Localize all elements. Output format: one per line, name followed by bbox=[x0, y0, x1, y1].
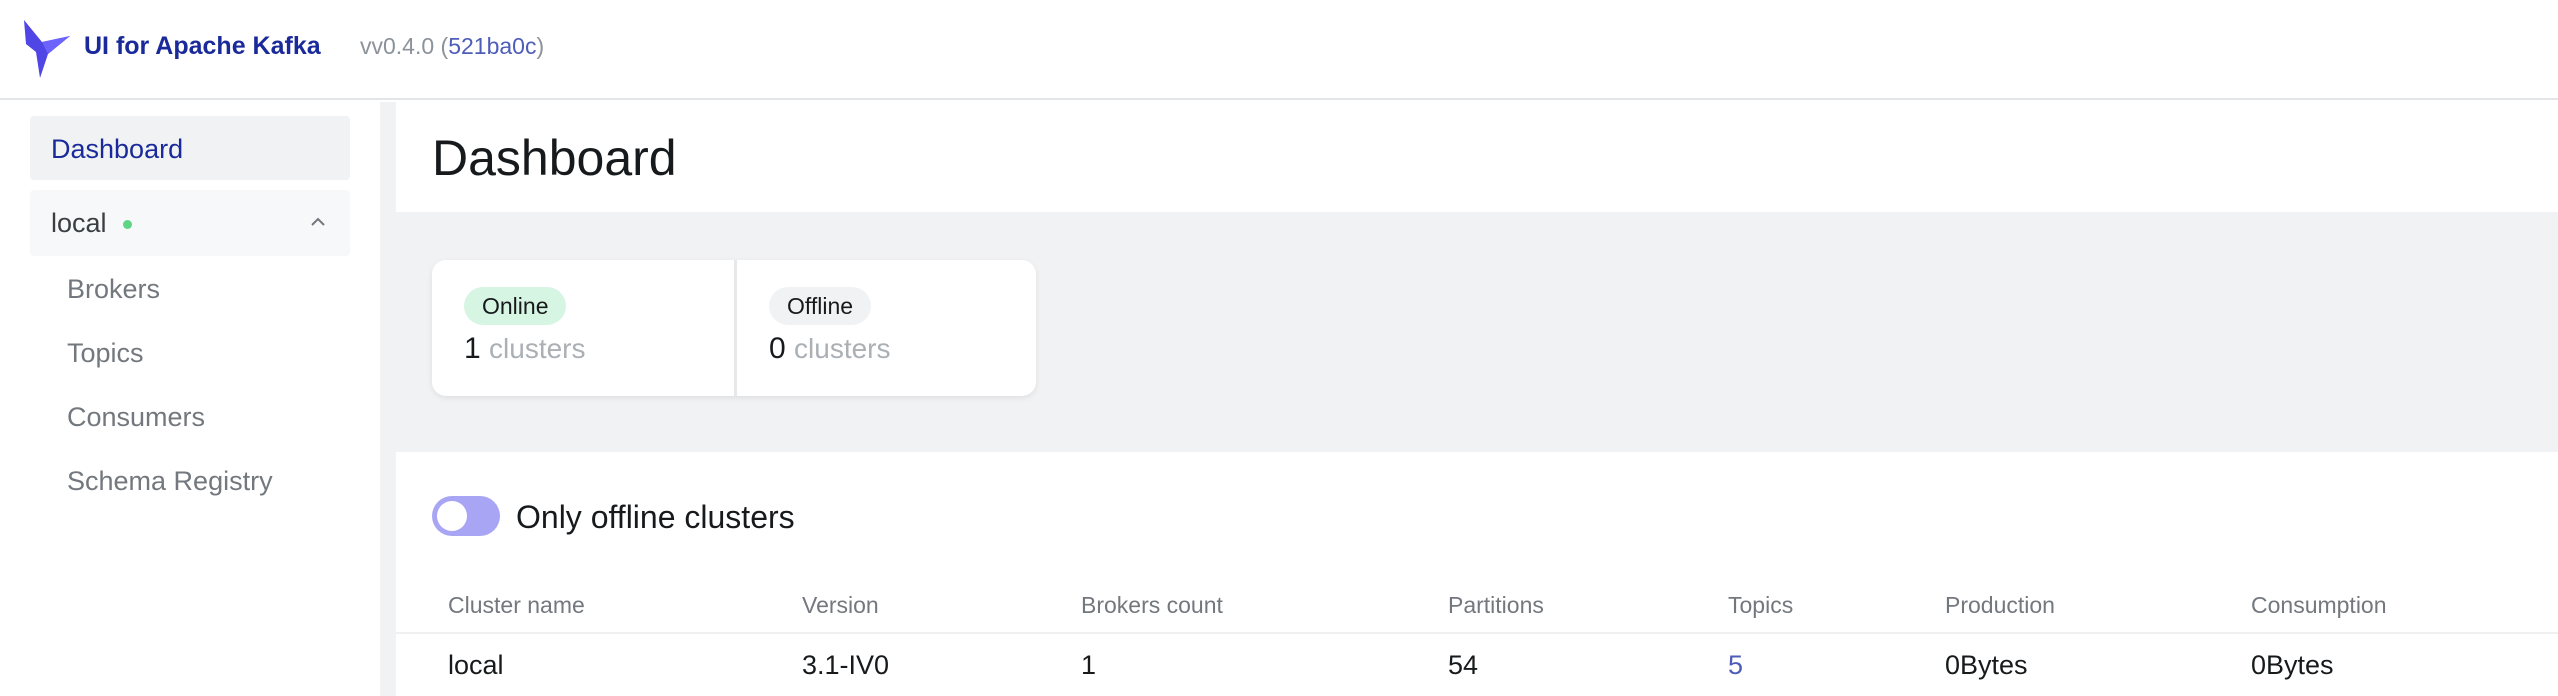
only-offline-toggle[interactable] bbox=[432, 496, 500, 536]
sidebar-item-consumers[interactable]: Consumers bbox=[67, 402, 205, 433]
cell-topics-link[interactable]: 5 bbox=[1728, 650, 1743, 681]
toggle-label: Only offline clusters bbox=[516, 499, 795, 535]
stats-section: Online 1 clusters Offline 0 clusters bbox=[396, 212, 2558, 452]
column-header-version[interactable]: Version bbox=[802, 592, 879, 619]
column-header-topics[interactable]: Topics bbox=[1728, 592, 1793, 619]
cluster-status-dot bbox=[123, 220, 132, 229]
version-suffix: ) bbox=[536, 33, 545, 59]
column-header-consumption[interactable]: Consumption bbox=[2251, 592, 2387, 619]
top-navbar: UI for Apache Kafka vv0.4.0 (521ba0c) bbox=[0, 0, 2558, 100]
offline-count-value: 0 bbox=[769, 332, 786, 365]
column-header-brokers-count[interactable]: Brokers count bbox=[1081, 592, 1223, 619]
sidebar-divider bbox=[380, 102, 396, 696]
cell-production: 0Bytes bbox=[1945, 650, 2028, 680]
toggle-knob bbox=[437, 501, 467, 531]
app-title[interactable]: UI for Apache Kafka bbox=[84, 32, 321, 61]
cluster-name: local bbox=[51, 208, 107, 238]
online-badge: Online bbox=[464, 287, 567, 325]
column-header-production[interactable]: Production bbox=[1945, 592, 2055, 619]
offline-count-unit: clusters bbox=[794, 333, 891, 364]
column-header-cluster-name[interactable]: Cluster name bbox=[448, 592, 585, 619]
version-info: vv0.4.0 (521ba0c) bbox=[360, 33, 544, 60]
version-label: vv0.4.0 ( bbox=[360, 33, 449, 59]
cell-partitions: 54 bbox=[1448, 650, 1479, 680]
online-count-value: 1 bbox=[464, 332, 481, 365]
cluster-stats: Online 1 clusters Offline 0 clusters bbox=[432, 260, 1036, 396]
cell-cluster-name[interactable]: local bbox=[448, 650, 504, 681]
table-divider bbox=[396, 632, 2558, 634]
cell-consumption: 0Bytes bbox=[2251, 650, 2334, 680]
sidebar-cluster-local[interactable]: local bbox=[30, 190, 350, 256]
online-count-unit: clusters bbox=[489, 333, 586, 364]
chevron-up-icon[interactable] bbox=[306, 210, 330, 234]
commit-link[interactable]: 521ba0c bbox=[448, 33, 536, 59]
sidebar-item-brokers[interactable]: Brokers bbox=[67, 274, 160, 305]
cell-brokers-count: 1 bbox=[1081, 650, 1097, 680]
sidebar-item-topics[interactable]: Topics bbox=[67, 338, 144, 369]
sidebar-item-label: Dashboard bbox=[51, 134, 184, 164]
offline-count: 0 clusters bbox=[769, 332, 891, 366]
cell-version: 3.1-IV0 bbox=[802, 650, 890, 680]
online-count: 1 clusters bbox=[464, 332, 586, 366]
offline-stat-card: Offline 0 clusters bbox=[734, 260, 1036, 396]
online-stat-card: Online 1 clusters bbox=[432, 260, 734, 396]
sidebar-item-dashboard[interactable]: Dashboard bbox=[30, 116, 350, 180]
page-title: Dashboard bbox=[432, 130, 677, 186]
kafka-logo-icon[interactable] bbox=[22, 18, 72, 80]
column-header-partitions[interactable]: Partitions bbox=[1448, 592, 1544, 619]
main-content: Dashboard Online 1 clusters Offline 0 cl… bbox=[396, 102, 2558, 696]
offline-badge: Offline bbox=[769, 287, 872, 325]
sidebar-item-schema-registry[interactable]: Schema Registry bbox=[67, 466, 273, 497]
